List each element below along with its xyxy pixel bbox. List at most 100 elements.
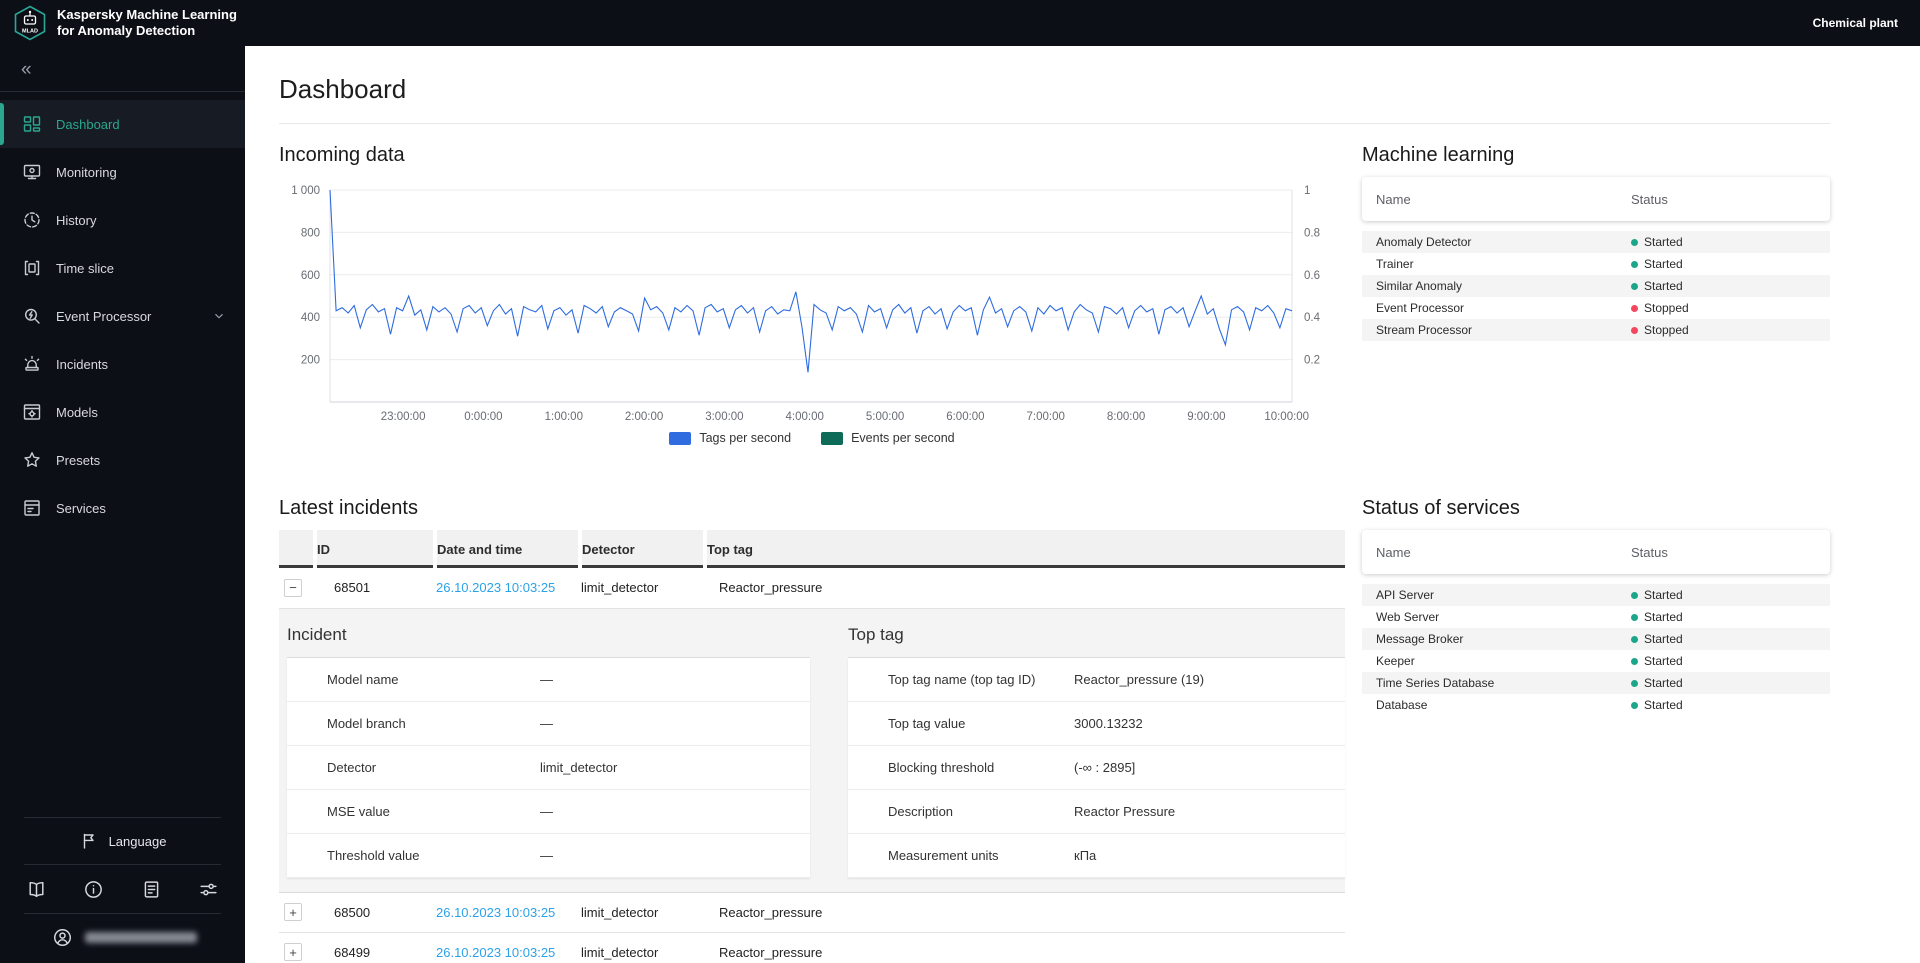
table-row: Anomaly Detector Started — [1362, 231, 1830, 253]
detail-field: Measurement units кПа — [848, 834, 1345, 878]
services-title: Status of services — [1362, 497, 1520, 519]
svg-text:9:00:00: 9:00:00 — [1187, 411, 1225, 423]
detail-panel-card: Model name — Model branch — Detector limit_de… — [287, 657, 810, 878]
incident-date-link[interactable]: 26.10.2023 10:03:25 — [436, 945, 555, 960]
status-label: Started — [1644, 610, 1683, 624]
language-button[interactable]: Language — [0, 818, 245, 864]
status-dot-icon — [1631, 701, 1638, 709]
detail-field: Top tag name (top tag ID) Reactor_pressur… — [848, 658, 1345, 702]
incoming-data-title: Incoming data — [279, 144, 405, 166]
sidebar-item-label: Time slice — [56, 260, 115, 276]
status-dot-icon — [1631, 326, 1638, 334]
incidents-table-body: −68501 26.10.2023 10:03:25 limit_detector R… — [279, 568, 1345, 963]
column-header-date[interactable]: Date and time — [435, 530, 582, 568]
incident-id: 68501 — [315, 568, 435, 609]
sidebar-item-presets[interactable]: Presets — [0, 436, 245, 484]
status-label: Started — [1644, 632, 1683, 646]
column-header-id[interactable]: ID — [315, 530, 437, 568]
sidebar-item-label: Dashboard — [56, 116, 120, 132]
svg-text:1 000: 1 000 — [291, 185, 320, 197]
user-email-redacted — [85, 932, 197, 943]
models-icon — [22, 402, 42, 422]
detail-field-value: Reactor_pressure (19) — [1074, 671, 1205, 687]
services-icon — [22, 498, 42, 518]
sidebar-item-label: Event Processor — [56, 308, 152, 324]
page-title: Dashboard — [279, 74, 407, 104]
svg-text:10:00:00: 10:00:00 — [1264, 411, 1309, 423]
collapse-row-button[interactable]: − — [284, 578, 302, 597]
incident-date-link[interactable]: 26.10.2023 10:03:25 — [436, 580, 555, 595]
service-name: Web Server — [1376, 610, 1440, 624]
detail-field-label: Top tag value — [888, 715, 966, 731]
svg-text:2:00:00: 2:00:00 — [625, 411, 663, 423]
sidebar-item-monitoring[interactable]: Monitoring — [0, 148, 245, 196]
sidebar-item-history[interactable]: History — [0, 196, 245, 244]
status-dot-icon — [1631, 260, 1638, 268]
detail-field-label: Threshold value — [327, 847, 420, 863]
status-label: Stopped — [1644, 323, 1689, 337]
incident-detail: Incident Model name — Model branch — Detector… — [279, 608, 1345, 892]
status-dot-icon — [1631, 613, 1638, 621]
incident-date-link[interactable]: 26.10.2023 10:03:25 — [436, 905, 555, 920]
status-label: Started — [1644, 588, 1683, 602]
svg-text:600: 600 — [301, 270, 320, 282]
status-badge: Stopped — [1631, 323, 1689, 337]
incident-id: 68499 — [315, 932, 435, 963]
status-badge: Started — [1631, 588, 1683, 602]
info-icon[interactable] — [83, 879, 104, 900]
sidebar-item-models[interactable]: Models — [0, 388, 245, 436]
expand-row-button[interactable]: + — [284, 943, 302, 961]
incoming-data-section: Incoming data 1 000 1 800 0.8 600 0.6 400 0.4 20… — [279, 144, 1345, 497]
sidebar-item-incidents[interactable]: Incidents — [0, 340, 245, 388]
legend-label: Tags per second — [699, 431, 792, 445]
book-icon[interactable] — [26, 879, 47, 900]
detail-panel-title: Top tag — [848, 625, 1345, 658]
sidebar-item-event-processor[interactable]: Event Processor — [0, 292, 245, 340]
user-account[interactable] — [0, 914, 245, 963]
legend-swatch — [821, 431, 844, 445]
status-label: Started — [1644, 654, 1683, 668]
expand-row-button[interactable]: + — [284, 903, 302, 921]
sidebar-nav: Dashboard Monitoring History Time slice Even… — [0, 92, 245, 532]
detail-field: Model branch — — [287, 702, 810, 746]
svg-text:6:00:00: 6:00:00 — [946, 411, 984, 423]
sidebar-footer: Language — [0, 817, 245, 963]
svg-text:23:00:00: 23:00:00 — [381, 411, 426, 423]
column-header-name: Name — [1376, 191, 1411, 207]
detail-field: Threshold value — — [287, 834, 810, 878]
news-icon[interactable] — [141, 879, 162, 900]
svg-text:4:00:00: 4:00:00 — [786, 411, 824, 423]
table-row: Similar Anomaly Started — [1362, 275, 1830, 297]
detail-field: Model name — — [287, 658, 810, 702]
column-header-detector[interactable]: Detector — [580, 530, 707, 568]
sidebar-item-time-slice[interactable]: Time slice — [0, 244, 245, 292]
sliders-icon[interactable] — [198, 879, 219, 900]
sidebar-item-label: Models — [56, 404, 98, 420]
legend-item-events-per-second[interactable]: Events per second — [821, 431, 955, 445]
incident-id: 68500 — [315, 892, 435, 933]
event-processor-icon — [22, 306, 42, 326]
table-row: API Server Started — [1362, 584, 1830, 606]
environment-label[interactable]: Chemical plant — [1813, 16, 1920, 30]
detail-field: Blocking threshold (-∞ : 2895] — [848, 746, 1345, 790]
detail-field-label: MSE value — [327, 803, 390, 819]
sidebar-item-label: Incidents — [56, 356, 109, 372]
detail-field-value: — — [540, 715, 553, 731]
machine-learning-rows: Anomaly Detector Started Trainer Started Sim… — [1362, 231, 1830, 341]
incoming-data-chart[interactable]: 1 000 1 800 0.8 600 0.6 400 0.4 200 0.2 23:00:00 0:… — [279, 177, 1329, 427]
detail-field-value: (-∞ : 2895] — [1074, 759, 1136, 775]
sidebar-collapse-button[interactable]: « — [0, 46, 245, 91]
status-badge: Started — [1631, 235, 1683, 249]
sidebar-item-dashboard[interactable]: Dashboard — [0, 100, 245, 148]
legend-swatch — [669, 431, 692, 445]
svg-text:800: 800 — [301, 227, 320, 239]
incident-top-tag: Reactor_pressure — [705, 568, 1345, 609]
legend-item-tags-per-second[interactable]: Tags per second — [669, 431, 791, 445]
chevron-down-icon — [211, 308, 227, 324]
sidebar-item-services[interactable]: Services — [0, 484, 245, 532]
svg-text:0.4: 0.4 — [1304, 312, 1321, 324]
column-header-top-tag[interactable]: Top tag — [705, 530, 1345, 568]
status-label: Stopped — [1644, 301, 1689, 315]
status-badge: Stopped — [1631, 301, 1689, 315]
service-name: Event Processor — [1376, 301, 1465, 315]
